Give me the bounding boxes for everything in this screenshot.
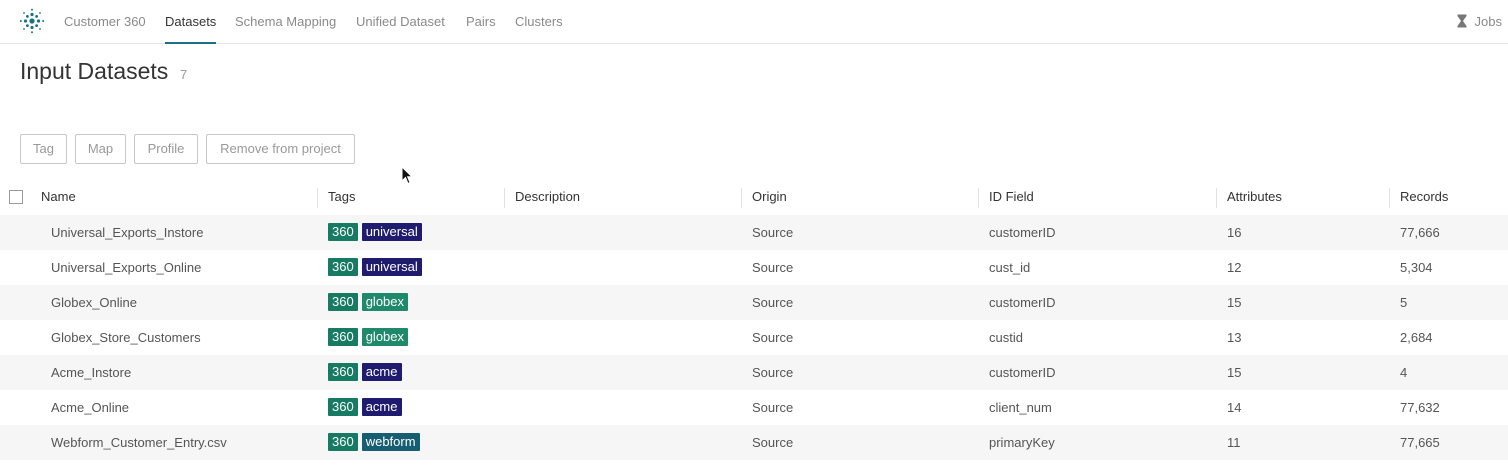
dataset-records: 77,666 [1400, 225, 1440, 240]
tag-badge[interactable]: 360 [328, 363, 358, 381]
dataset-name[interactable]: Acme_Online [51, 390, 129, 425]
dataset-name[interactable]: Acme_Instore [51, 355, 131, 390]
column-divider[interactable] [1216, 188, 1217, 208]
top-nav: Customer 360 Datasets Schema Mapping Uni… [0, 0, 1508, 44]
table-header: Name Tags Description Origin ID Field At… [0, 182, 1508, 214]
dataset-records: 77,665 [1400, 435, 1440, 450]
column-divider[interactable] [1389, 188, 1390, 208]
map-button[interactable]: Map [75, 134, 126, 164]
dataset-id-field: primaryKey [989, 435, 1055, 450]
column-header-attributes[interactable]: Attributes [1227, 182, 1282, 214]
dataset-origin: Source [752, 435, 794, 450]
tag-badge[interactable]: globex [361, 328, 409, 346]
dataset-origin: Source [752, 225, 794, 240]
dataset-name[interactable]: Webform_Customer_Entry.csv [51, 425, 227, 460]
column-divider[interactable] [978, 188, 979, 208]
table-row[interactable]: Globex_Online 360 globex Source customerI… [0, 285, 1508, 320]
tag-badge[interactable]: 360 [328, 398, 358, 416]
dataset-records: 77,632 [1400, 400, 1440, 415]
profile-button[interactable]: Profile [134, 134, 198, 164]
tag-button[interactable]: Tag [20, 134, 67, 164]
dataset-attributes: 13 [1227, 330, 1242, 345]
jobs-link[interactable]: Jobs [1457, 0, 1502, 44]
table-row[interactable]: Universal_Exports_Online 360 universal So… [0, 250, 1508, 285]
dataset-tags: 360 webform [328, 433, 424, 451]
tag-badge[interactable]: 360 [328, 433, 358, 451]
nav-tab-customer-360[interactable]: Customer 360 [64, 0, 146, 44]
app-logo-icon[interactable] [19, 8, 45, 34]
hourglass-icon [1457, 14, 1467, 28]
column-header-id-field[interactable]: ID Field [989, 182, 1034, 214]
table-row[interactable]: Universal_Exports_Instore 360 universal S… [0, 215, 1508, 250]
tag-badge[interactable]: acme [361, 398, 402, 416]
dataset-tags: 360 globex [328, 328, 412, 346]
dataset-origin: Source [752, 365, 794, 380]
dataset-attributes: 11 [1227, 435, 1241, 450]
tag-badge[interactable]: acme [361, 363, 402, 381]
dataset-attributes: 16 [1227, 225, 1242, 240]
dataset-attributes: 14 [1227, 400, 1242, 415]
dataset-name[interactable]: Universal_Exports_Instore [51, 215, 203, 250]
table-row[interactable]: Webform_Customer_Entry.csv 360 webform So… [0, 425, 1508, 460]
column-header-tags[interactable]: Tags [328, 182, 355, 214]
tag-badge[interactable]: 360 [328, 223, 358, 241]
tag-badge[interactable]: universal [361, 258, 422, 276]
dataset-origin: Source [752, 260, 794, 275]
nav-tab-clusters[interactable]: Clusters [515, 0, 563, 44]
column-header-name[interactable]: Name [41, 182, 76, 214]
remove-from-project-button[interactable]: Remove from project [206, 134, 355, 164]
tag-badge[interactable]: webform [361, 433, 420, 451]
nav-tab-datasets[interactable]: Datasets [165, 0, 217, 44]
nav-tab-schema-mapping[interactable]: Schema Mapping [235, 0, 336, 44]
dataset-tags: 360 universal [328, 258, 426, 276]
dataset-attributes: 12 [1227, 260, 1242, 275]
column-divider[interactable] [317, 188, 318, 208]
dataset-id-field: customerID [989, 365, 1056, 380]
dataset-records: 5,304 [1400, 260, 1433, 275]
dataset-records: 2,684 [1400, 330, 1433, 345]
dataset-id-field: customerID [989, 225, 1056, 240]
column-header-records[interactable]: Records [1400, 182, 1448, 214]
dataset-origin: Source [752, 400, 794, 415]
tag-badge[interactable]: 360 [328, 328, 358, 346]
dataset-records: 5 [1400, 295, 1408, 310]
nav-tab-unified-dataset[interactable]: Unified Dataset [356, 0, 445, 44]
dataset-id-field: custid [989, 330, 1023, 345]
datasets-table-body: Universal_Exports_Instore 360 universal S… [0, 215, 1508, 460]
dataset-tags: 360 acme [328, 398, 406, 416]
dataset-count: 7 [180, 67, 188, 82]
select-all-checkbox[interactable] [9, 190, 23, 204]
table-row[interactable]: Acme_Online 360 acme Source client_num 14… [0, 390, 1508, 425]
dataset-id-field: customerID [989, 295, 1056, 310]
jobs-label: Jobs [1474, 14, 1502, 29]
tag-badge[interactable]: globex [361, 293, 409, 311]
table-row[interactable]: Globex_Store_Customers 360 globex Source … [0, 320, 1508, 355]
tag-badge[interactable]: 360 [328, 258, 358, 276]
column-header-origin[interactable]: Origin [752, 182, 787, 214]
dataset-origin: Source [752, 330, 794, 345]
nav-tab-pairs[interactable]: Pairs [466, 0, 496, 44]
dataset-id-field: client_num [989, 400, 1052, 415]
dataset-tags: 360 acme [328, 363, 406, 381]
table-row[interactable]: Acme_Instore 360 acme Source customerID 1… [0, 355, 1508, 390]
column-divider[interactable] [504, 188, 505, 208]
dataset-tags: 360 globex [328, 293, 412, 311]
dataset-records: 4 [1400, 365, 1408, 380]
dataset-name[interactable]: Globex_Store_Customers [51, 320, 201, 355]
dataset-origin: Source [752, 295, 794, 310]
dataset-id-field: cust_id [989, 260, 1031, 275]
tag-badge[interactable]: universal [361, 223, 422, 241]
dataset-name[interactable]: Globex_Online [51, 285, 137, 320]
page-title: Input Datasets [20, 58, 169, 84]
dataset-name[interactable]: Universal_Exports_Online [51, 250, 201, 285]
column-divider[interactable] [741, 188, 742, 208]
dataset-attributes: 15 [1227, 295, 1242, 310]
dataset-attributes: 15 [1227, 365, 1242, 380]
tag-badge[interactable]: 360 [328, 293, 358, 311]
dataset-tags: 360 universal [328, 223, 426, 241]
column-header-description[interactable]: Description [515, 182, 580, 214]
